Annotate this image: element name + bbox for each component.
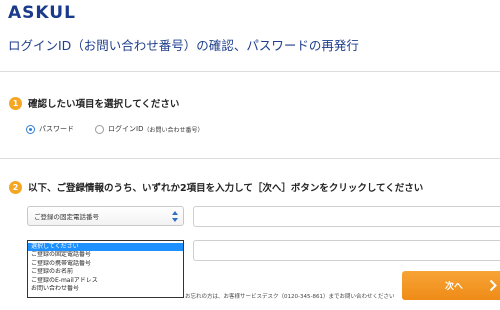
radio-password[interactable]: パスワード xyxy=(26,124,74,134)
info-type-select-1-value: ご登録の固定電話番号 xyxy=(34,213,99,221)
dropdown-option[interactable]: ご登録のE-mailアドレス xyxy=(28,277,183,285)
page-title: ログインID（お問い合わせ番号）の確認、パスワードの再発行 xyxy=(8,38,359,53)
radio-password-indicator[interactable] xyxy=(26,124,35,134)
info-value-input-1[interactable] xyxy=(193,206,500,227)
step-1-text: 確認したい項目を選択してください xyxy=(28,99,180,110)
askul-logo[interactable]: ASKUL xyxy=(8,3,76,23)
select-arrows-icon xyxy=(172,211,178,222)
info-type-dropdown-list[interactable]: 選択してください ご登録の固定電話番号 ご登録の携帯電話番号 ご登録のお名前 ご… xyxy=(27,240,184,298)
dropdown-option[interactable]: ご登録の固定電話番号 xyxy=(28,251,183,259)
step-1-heading: 1 確認したい項目を選択してください xyxy=(9,96,179,110)
step-2-badge: 2 xyxy=(9,180,22,194)
radio-password-label[interactable]: パスワード xyxy=(39,124,74,134)
dropdown-option[interactable]: ご登録のお名前 xyxy=(28,268,183,276)
dropdown-option[interactable]: お問い合わせ番号 xyxy=(28,285,183,293)
info-type-select-1[interactable]: ご登録の固定電話番号 xyxy=(27,206,184,226)
radio-login-id-label[interactable]: ログインID xyxy=(108,124,143,134)
divider xyxy=(0,158,500,159)
radio-login-id-sublabel[interactable]: （お問い合わせ番号） xyxy=(143,125,203,134)
step-2-text: 以下、ご登録情報のうち、いずれか2項目を入力して［次へ］ボタンをクリックしてくだ… xyxy=(28,183,424,194)
radio-login-id-indicator[interactable] xyxy=(95,124,104,134)
divider xyxy=(0,71,500,72)
next-button-label: 次へ xyxy=(445,282,464,292)
info-value-input-2[interactable] xyxy=(193,240,500,261)
help-desk-note: お忘れの方は、お客様サービスデスク（0120-345-861）までお問い合わせく… xyxy=(185,294,395,300)
chevron-right-icon xyxy=(489,279,497,292)
next-button[interactable]: 次へ xyxy=(402,271,500,300)
radio-login-id[interactable]: ログインID （お問い合わせ番号） xyxy=(95,124,203,134)
step-2-heading: 2 以下、ご登録情報のうち、いずれか2項目を入力して［次へ］ボタンをクリックして… xyxy=(9,180,423,194)
dropdown-option[interactable]: 選択してください xyxy=(28,243,183,252)
step-1-badge: 1 xyxy=(9,96,22,110)
dropdown-option[interactable]: ご登録の携帯電話番号 xyxy=(28,260,183,268)
